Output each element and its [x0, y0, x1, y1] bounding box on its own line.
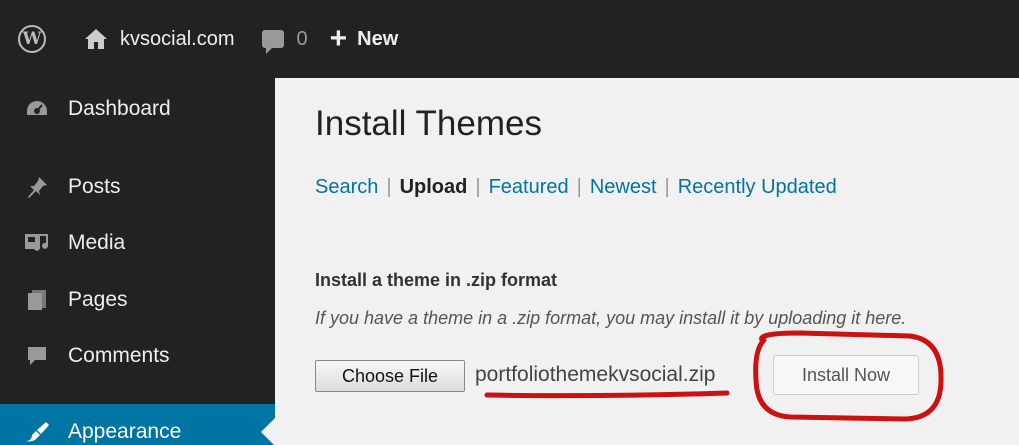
sidebar-item-appearance[interactable]: Appearance: [0, 404, 275, 445]
sidebar-item-label: Media: [68, 231, 126, 254]
site-name-link[interactable]: kvsocial.com: [84, 0, 234, 78]
new-label: New: [357, 27, 399, 50]
comments-count: 0: [296, 27, 308, 50]
theme-install-subnav: Search | Upload | Featured | Newest | Recently U…: [315, 176, 837, 199]
sidebar-item-label: Posts: [68, 175, 121, 198]
sidebar-item-pages[interactable]: Pages: [0, 272, 275, 328]
media-icon: [24, 232, 50, 254]
sidebar-item-comments[interactable]: Comments: [0, 328, 275, 384]
admin-bar: W kvsocial.com 0 + New: [0, 0, 1019, 78]
active-menu-arrow: [261, 418, 275, 445]
site-name-label: kvsocial.com: [120, 27, 235, 50]
plus-icon: +: [329, 22, 348, 55]
page-title: Install Themes: [315, 104, 542, 143]
subnav-separator: |: [475, 176, 481, 198]
subnav-search-link[interactable]: Search: [315, 176, 378, 198]
sidebar-item-label: Dashboard: [68, 97, 171, 120]
selected-file-name: portfoliothemekvsocial.zip: [475, 363, 716, 386]
home-icon: [85, 29, 107, 49]
comment-bubble-icon: [262, 30, 285, 54]
subnav-recently-updated-link[interactable]: Recently Updated: [678, 176, 837, 198]
brush-icon: [24, 421, 50, 443]
sidebar-item-media[interactable]: Media: [0, 215, 275, 271]
upload-section-heading: Install a theme in .zip format: [315, 270, 558, 290]
sidebar-item-dashboard[interactable]: Dashboard: [0, 81, 275, 137]
sidebar-item-posts[interactable]: Posts: [0, 159, 275, 215]
install-now-button[interactable]: Install Now: [773, 355, 919, 395]
wordpress-logo-icon[interactable]: W: [18, 25, 46, 53]
upload-section-description: If you have a theme in a .zip format, yo…: [315, 308, 907, 328]
pushpin-icon: [24, 175, 50, 199]
admin-sidebar: Dashboard Posts Media Pages Comments App…: [0, 78, 275, 445]
main-content: Install Themes Search | Upload | Featured | Ne…: [275, 78, 1019, 445]
sidebar-item-label: Comments: [68, 344, 170, 367]
subnav-separator: |: [664, 176, 670, 198]
sidebar-item-label: Appearance: [68, 420, 182, 443]
choose-file-button[interactable]: Choose File: [315, 360, 465, 392]
pages-icon: [24, 289, 50, 311]
subnav-upload-current[interactable]: Upload: [400, 176, 468, 198]
comment-icon: [24, 345, 50, 367]
comments-link[interactable]: 0: [262, 0, 308, 78]
subnav-separator: |: [386, 176, 392, 198]
subnav-newest-link[interactable]: Newest: [590, 176, 657, 198]
dashboard-icon: [24, 99, 50, 119]
subnav-featured-link[interactable]: Featured: [489, 176, 569, 198]
new-content-button[interactable]: + New: [330, 0, 399, 78]
sidebar-item-label: Pages: [68, 288, 128, 311]
subnav-separator: |: [576, 176, 582, 198]
